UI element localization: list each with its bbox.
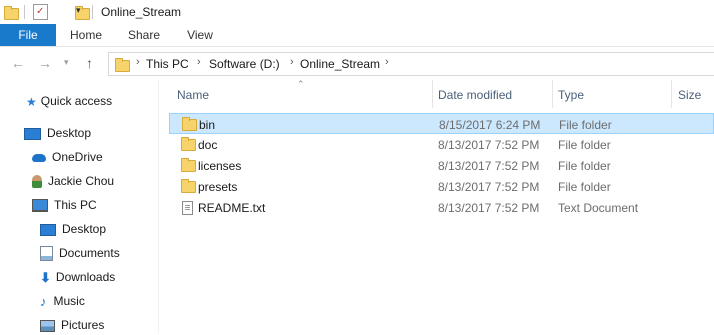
sidebar-item-label: Music xyxy=(53,294,85,308)
pictures-icon xyxy=(40,319,55,332)
file-row-licenses[interactable]: licenses 8/13/2017 7:52 PM File folder xyxy=(169,155,714,176)
file-date-modified: 8/13/2017 7:52 PM xyxy=(438,201,540,215)
sidebar-item-jackie-chou[interactable]: Jackie Chou xyxy=(32,171,114,191)
sidebar-item-desktop[interactable]: Desktop xyxy=(40,219,106,239)
file-date-modified: 8/15/2017 6:24 PM xyxy=(439,118,541,132)
file-name: bin xyxy=(199,118,216,132)
folder-icon xyxy=(181,158,196,172)
file-row-doc[interactable]: doc 8/13/2017 7:52 PM File folder xyxy=(169,134,714,155)
sort-ascending-icon: ⌃ xyxy=(297,79,305,89)
forward-arrow-icon[interactable]: → xyxy=(38,55,52,71)
chevron-down-icon[interactable]: ▾ xyxy=(76,5,81,16)
sidebar-item-label: This PC xyxy=(54,198,97,212)
sidebar-item-onedrive[interactable]: OneDrive xyxy=(32,147,103,167)
computer-icon xyxy=(32,199,48,213)
sidebar-item-label: Documents xyxy=(59,246,120,260)
desktop-icon xyxy=(40,223,56,236)
file-date-modified: 8/13/2017 7:52 PM xyxy=(438,138,540,152)
desktop-icon xyxy=(24,127,41,140)
file-row-bin[interactable]: bin 8/15/2017 6:24 PM File folder xyxy=(169,113,714,134)
column-header-name[interactable]: Name xyxy=(177,88,209,102)
tab-home[interactable]: Home xyxy=(62,24,110,46)
text-file-icon xyxy=(182,201,193,215)
folder-icon xyxy=(4,6,19,20)
navigation-pane: ★ Quick access Desktop OneDrive Jackie Ch… xyxy=(0,80,159,333)
sidebar-item-desktop[interactable]: Desktop xyxy=(24,123,91,143)
breadcrumb-this-pc[interactable]: This PC xyxy=(146,57,189,71)
sidebar-item-label: Pictures xyxy=(61,318,105,332)
divider xyxy=(92,5,93,19)
file-name: doc xyxy=(198,138,218,152)
recent-locations-chevron-icon[interactable]: ▾ xyxy=(64,57,69,68)
chevron-right-icon[interactable]: › xyxy=(197,56,201,68)
file-row-readme[interactable]: README.txt 8/13/2017 7:52 PM Text Docume… xyxy=(169,197,714,218)
star-icon: ★ xyxy=(26,94,37,109)
window-title: Online_Stream xyxy=(101,5,182,19)
file-name: README.txt xyxy=(198,201,266,215)
back-arrow-icon[interactable]: ← xyxy=(11,55,25,71)
address-bar[interactable]: › This PC › Software (D:) › Online_Strea… xyxy=(108,52,714,76)
sidebar-item-music[interactable]: ♪ Music xyxy=(40,291,85,311)
music-icon: ♪ xyxy=(40,293,47,309)
file-type: File folder xyxy=(558,159,611,173)
file-name: presets xyxy=(198,180,238,194)
chevron-right-icon[interactable]: › xyxy=(136,56,140,68)
sidebar-item-label: Jackie Chou xyxy=(48,174,115,188)
file-type: File folder xyxy=(558,180,611,194)
folder-icon xyxy=(182,117,197,131)
download-icon: ⬇ xyxy=(40,269,51,285)
sidebar-item-label: Desktop xyxy=(62,222,107,236)
breadcrumb-online-stream[interactable]: Online_Stream xyxy=(300,57,380,71)
sidebar-item-label: Downloads xyxy=(55,270,116,284)
ribbon-tabs: File Home Share View xyxy=(0,24,714,47)
sidebar-item-quick-access[interactable]: ★ Quick access xyxy=(26,91,112,111)
tab-file[interactable]: File xyxy=(0,24,56,46)
sidebar-item-documents[interactable]: Documents xyxy=(40,243,120,263)
sidebar-item-this-pc[interactable]: This PC xyxy=(32,195,97,215)
user-icon xyxy=(32,175,42,189)
sidebar-item-label: Desktop xyxy=(47,126,92,140)
file-date-modified: 8/13/2017 7:52 PM xyxy=(438,159,540,173)
sidebar-item-pictures[interactable]: Pictures xyxy=(40,315,104,335)
sidebar-item-label: Quick access xyxy=(40,94,113,108)
file-row-presets[interactable]: presets 8/13/2017 7:52 PM File folder xyxy=(169,176,714,197)
column-divider[interactable] xyxy=(671,80,672,108)
folder-icon xyxy=(115,58,130,72)
file-date-modified: 8/13/2017 7:52 PM xyxy=(438,180,540,194)
file-name: licenses xyxy=(198,159,242,173)
sidebar-item-label: OneDrive xyxy=(52,150,103,164)
properties-icon[interactable]: ✓ xyxy=(33,4,48,20)
file-type: File folder xyxy=(558,138,611,152)
column-header-type[interactable]: Type xyxy=(558,88,584,102)
column-header-date-modified[interactable]: Date modified xyxy=(438,88,512,102)
divider xyxy=(24,5,25,19)
file-type: File folder xyxy=(559,118,612,132)
sidebar-item-downloads[interactable]: ⬇ Downloads xyxy=(40,267,115,287)
documents-icon xyxy=(40,246,53,262)
tab-share[interactable]: Share xyxy=(120,24,168,46)
title-bar: ✓ ▾ Online_Stream xyxy=(0,0,714,24)
up-arrow-icon[interactable]: ↑ xyxy=(86,55,93,71)
column-divider[interactable] xyxy=(432,80,433,108)
folder-icon xyxy=(181,137,196,151)
file-type: Text Document xyxy=(558,201,639,215)
folder-icon xyxy=(181,179,196,193)
cloud-icon xyxy=(32,153,46,162)
chevron-right-icon[interactable]: › xyxy=(385,56,389,68)
column-divider[interactable] xyxy=(552,80,553,108)
tab-view[interactable]: View xyxy=(176,24,224,46)
column-header-size[interactable]: Size xyxy=(678,88,701,102)
breadcrumb-software-d[interactable]: Software (D:) xyxy=(209,57,280,71)
chevron-right-icon[interactable]: › xyxy=(290,56,294,68)
